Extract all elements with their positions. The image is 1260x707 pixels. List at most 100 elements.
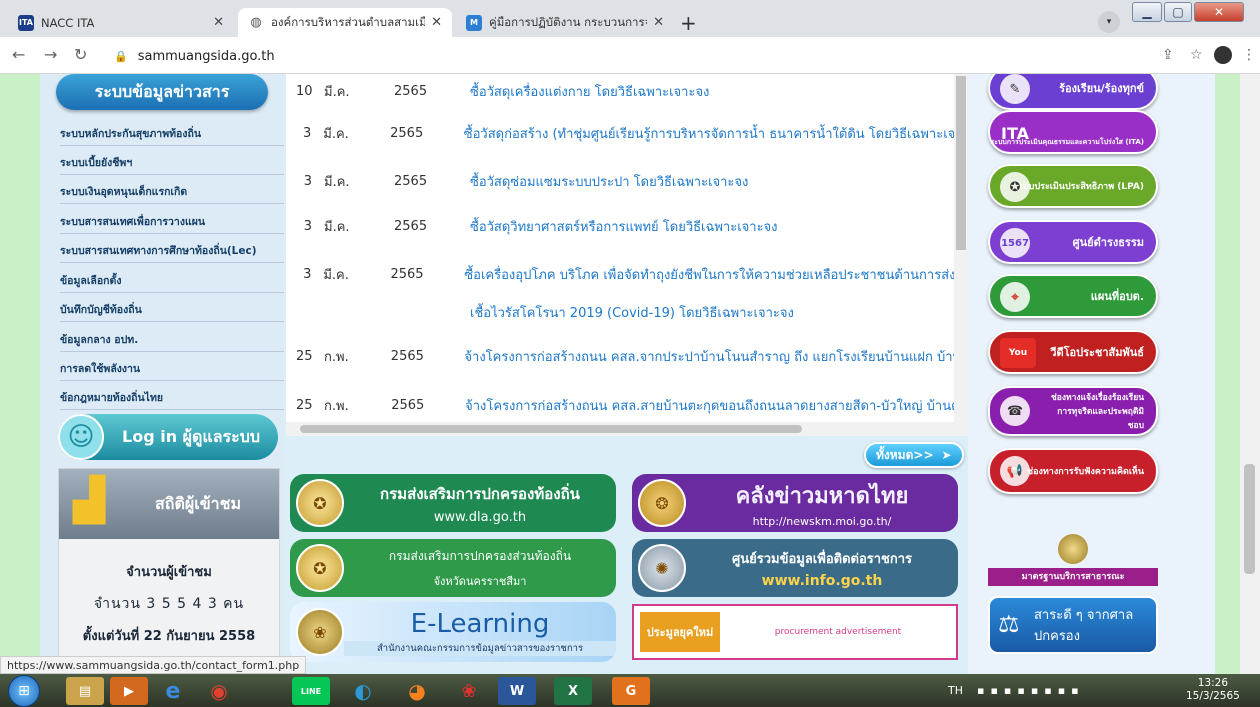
list-item[interactable]: 25 ก.พ. 2565 จ้างโครงการก่อสร้างถนน คสล.จาก…: [286, 341, 954, 371]
oic-seal-icon: ❀: [296, 608, 344, 656]
right-sidebar: ✎ ร้องเรียน/ร้องทุกข์ ITA ระบบการประเมินคุ…: [968, 74, 1215, 674]
m-favicon-icon: M: [466, 14, 482, 31]
reload-icon[interactable]: ↻: [74, 45, 87, 64]
e-learning-banner[interactable]: ❀ E-Learning สำนักงานคณะกรรมการข้อมูลข่า…: [290, 602, 616, 662]
file-explorer-icon[interactable]: ▤: [66, 677, 104, 705]
list-item[interactable]: 3 มี.ค. 2565 ซื้อวัสดุซ่อมแซมระบบประปา โดยว…: [286, 166, 954, 196]
scroll-thumb[interactable]: [300, 425, 802, 433]
pdf-app-icon[interactable]: G: [612, 677, 650, 705]
ita-button[interactable]: ITA ระบบการประเมินคุณธรรมและความโปร่งใส (…: [988, 110, 1158, 154]
video-pr-button[interactable]: You วีดีโอประชาสัมพันธ์: [988, 330, 1158, 374]
forward-arrow-icon[interactable]: →: [44, 45, 57, 64]
window-close-button[interactable]: ✕: [1194, 2, 1244, 22]
tab-search-icon[interactable]: ▾: [1098, 11, 1120, 33]
document-icon: ✎: [1000, 74, 1030, 104]
item-title[interactable]: จ้างโครงการก่อสร้างถนน คสล.จากประปาบ้านโ…: [464, 346, 954, 367]
left-menu-item[interactable]: ข้อมูลกลาง อปท.: [60, 331, 284, 352]
share-icon[interactable]: ⇪: [1162, 47, 1174, 63]
left-menu-item[interactable]: ระบบสารสนเทศทางการศึกษาท้องถิ่น(Lec): [60, 242, 284, 263]
damrongdham-button[interactable]: 1567 ศูนย์ดำรงธรรม: [988, 220, 1158, 264]
media-player-icon[interactable]: ▶: [110, 677, 148, 705]
list-vertical-scrollbar[interactable]: [954, 74, 968, 422]
app-icon[interactable]: ❀: [450, 677, 488, 705]
chrome-icon[interactable]: ◉: [200, 677, 238, 705]
close-tab-icon[interactable]: ✕: [213, 15, 224, 30]
item-title[interactable]: เชื้อไวรัสโคโรนา 2019 (Covid-19) โดยวิธี…: [470, 302, 794, 323]
user-icon: ☺: [58, 414, 104, 460]
back-arrow-icon[interactable]: ←: [12, 45, 25, 64]
left-menu-item[interactable]: ข้อมูลเลือกตั้ง: [60, 272, 284, 293]
new-tab-button[interactable]: +: [680, 13, 697, 33]
procurement-ad-banner[interactable]: ประมูลยุคใหม่ procurement advertisement: [632, 604, 958, 660]
item-title[interactable]: ซื้อวัสดุวิทยาศาสตร์หรือการแพทย์ โดยวิธี…: [470, 216, 778, 237]
language-indicator[interactable]: TH: [948, 684, 963, 697]
system-clock[interactable]: 13:26 15/3/2565: [1186, 677, 1240, 703]
maximize-button[interactable]: ▢: [1164, 2, 1192, 22]
item-day: 3: [303, 125, 312, 141]
admin-court-link[interactable]: ⚖ สาระดี ๆ จากศาลปกครอง: [988, 596, 1158, 654]
item-title[interactable]: ซื้อเครื่องอุปโภค บริโภค เพื่อจัดทำถุงยั…: [464, 264, 954, 285]
dla-korat-banner[interactable]: ✪ กรมส่งเสริมการปกครองส่วนท้องถิ่น จังหว…: [290, 539, 616, 597]
firefox-icon[interactable]: ◕: [398, 677, 436, 705]
admin-login-button[interactable]: ☺ Log in ผู้ดูแลระบบ: [58, 414, 278, 460]
bookmark-star-icon[interactable]: ☆: [1190, 47, 1203, 63]
moi-news-banner[interactable]: ❂ คลังข่าวมหาดไทย http://newskm.moi.go.t…: [632, 474, 958, 532]
feedback-button[interactable]: 📢 ช่องทางการรับฟังความคิดเห็น: [988, 448, 1158, 494]
left-menu-item[interactable]: ระบบหลักประกันสุขภาพท้องถิ่น: [60, 125, 284, 146]
list-item[interactable]: 3 มี.ค. 2565 ซื้อวัสดุก่อสร้าง (ทำชุ่มศูนย์…: [286, 118, 954, 148]
left-menu-item[interactable]: การลดใช้พลังงาน: [60, 360, 284, 381]
edge-icon[interactable]: ◐: [344, 677, 382, 705]
excel-icon[interactable]: X: [554, 677, 592, 705]
cursor-arrow-icon: ➤: [941, 448, 952, 462]
left-menu-item[interactable]: ระบบเงินอุดหนุนเด็กแรกเกิด: [60, 183, 284, 204]
tray-icons[interactable]: ▪▪▪▪▪▪▪▪: [977, 684, 1085, 697]
close-tab-icon[interactable]: ✕: [431, 15, 442, 30]
word-icon[interactable]: W: [498, 677, 536, 705]
profile-avatar-icon[interactable]: [1214, 46, 1232, 64]
complaint-button[interactable]: ✎ ร้องเรียน/ร้องทุกข์: [988, 74, 1158, 110]
list-item[interactable]: 3 มี.ค. 2565 ซื้อเครื่องอุปโภค บริโภค เพื่อ…: [286, 259, 954, 289]
button-label: แผนที่อบต.: [1090, 290, 1144, 303]
list-item[interactable]: 3 มี.ค. 2565 ซื้อวัสดุวิทยาศาสตร์หรือการแพท…: [286, 211, 954, 241]
item-title[interactable]: ซื้อวัสดุเครื่องแต่งกาย โดยวิธีเฉพาะเจาะ…: [470, 81, 709, 102]
lpa-button[interactable]: ✪ แบบประเมินประสิทธิภาพ (LPA): [988, 164, 1158, 208]
list-item[interactable]: 10 มี.ค. 2565 ซื้อวัสดุเครื่องแต่งกาย โดยวิ…: [286, 76, 954, 106]
minimize-button[interactable]: ▁: [1132, 2, 1162, 22]
left-menu-item[interactable]: ระบบสารสนเทศเพื่อการวางแผน: [60, 213, 284, 234]
menu-kebab-icon[interactable]: ⋮: [1242, 47, 1256, 63]
seal-icon: [1058, 534, 1088, 564]
corruption-report-button[interactable]: ☎ ช่องทางแจ้งเรื่องร้องเรียน การทุจริตและ…: [988, 386, 1158, 436]
view-all-button[interactable]: ทั้งหมด>> ➤: [864, 442, 964, 468]
item-title[interactable]: ซื้อวัสดุซ่อมแซมระบบประปา โดยวิธีเฉพาะเจ…: [470, 171, 748, 192]
tab-manual[interactable]: M คู่มือการปฏิบัติงาน กระบวนการจัดการเ ✕: [456, 8, 674, 37]
tab-sammuang[interactable]: ◍ องค์การบริหารส่วนตำบลสามเมือง อำเภ ✕: [238, 8, 452, 37]
item-title[interactable]: ซื้อวัสดุก่อสร้าง (ทำชุ่มศูนย์เรียนรู้กา…: [464, 123, 954, 144]
left-menu-item[interactable]: บันทึกบัญชีท้องถิ่น: [60, 301, 284, 322]
dla-seal-icon: ✪: [296, 544, 344, 592]
left-menu-item[interactable]: ข้อกฎหมายท้องถิ่นไทย: [60, 389, 284, 410]
button-label: มาตรฐานบริการสาธารณะ: [988, 568, 1158, 586]
list-item[interactable]: 25 ก.พ. 2565 จ้างโครงการก่อสร้างถนน คสล.สาย…: [286, 390, 954, 420]
left-menu-item[interactable]: ระบบเบี้ยยังชีพฯ: [60, 154, 284, 175]
list-item-continuation[interactable]: เชื้อไวรัสโคโรนา 2019 (Covid-19) โดยวิธี…: [286, 297, 954, 327]
clock-date: 15/3/2565: [1186, 690, 1240, 702]
item-title[interactable]: จ้างโครงการก่อสร้างถนน คสล.สายบ้านตะกุดข…: [465, 395, 954, 416]
tab-nacc-ita[interactable]: ITA NACC ITA ✕: [8, 8, 234, 37]
internet-explorer-icon[interactable]: e: [154, 677, 192, 705]
lock-icon: 🔒: [114, 49, 128, 63]
info-center-banner[interactable]: ✺ ศูนย์รวมข้อมูลเพื่อติดต่อราชการ www.in…: [632, 539, 958, 597]
page-vertical-scrollbar[interactable]: [1240, 74, 1260, 674]
button-label: สาระดี ๆ จากศาลปกครอง: [1034, 608, 1134, 644]
dla-banner[interactable]: ✪ กรมส่งเสริมการปกครองท้องถิ่น www.dla.g…: [290, 474, 616, 532]
button-label: วีดีโอประชาสัมพันธ์: [1050, 346, 1144, 359]
list-horizontal-scrollbar[interactable]: [286, 422, 968, 436]
close-tab-icon[interactable]: ✕: [653, 15, 664, 30]
visitors-label: จำนวนผู้เข้าชม: [126, 565, 212, 580]
public-service-standard-link[interactable]: มาตรฐานบริการสาธารณะ: [988, 530, 1158, 586]
start-button[interactable]: ⊞: [8, 675, 40, 707]
scroll-thumb[interactable]: [956, 76, 966, 250]
scroll-thumb[interactable]: [1244, 464, 1255, 574]
line-icon[interactable]: LINE: [292, 677, 330, 705]
map-button[interactable]: ⌖ แผนที่อบต.: [988, 274, 1158, 318]
address-bar[interactable]: 🔒 sammuangsida.go.th: [96, 42, 1130, 70]
